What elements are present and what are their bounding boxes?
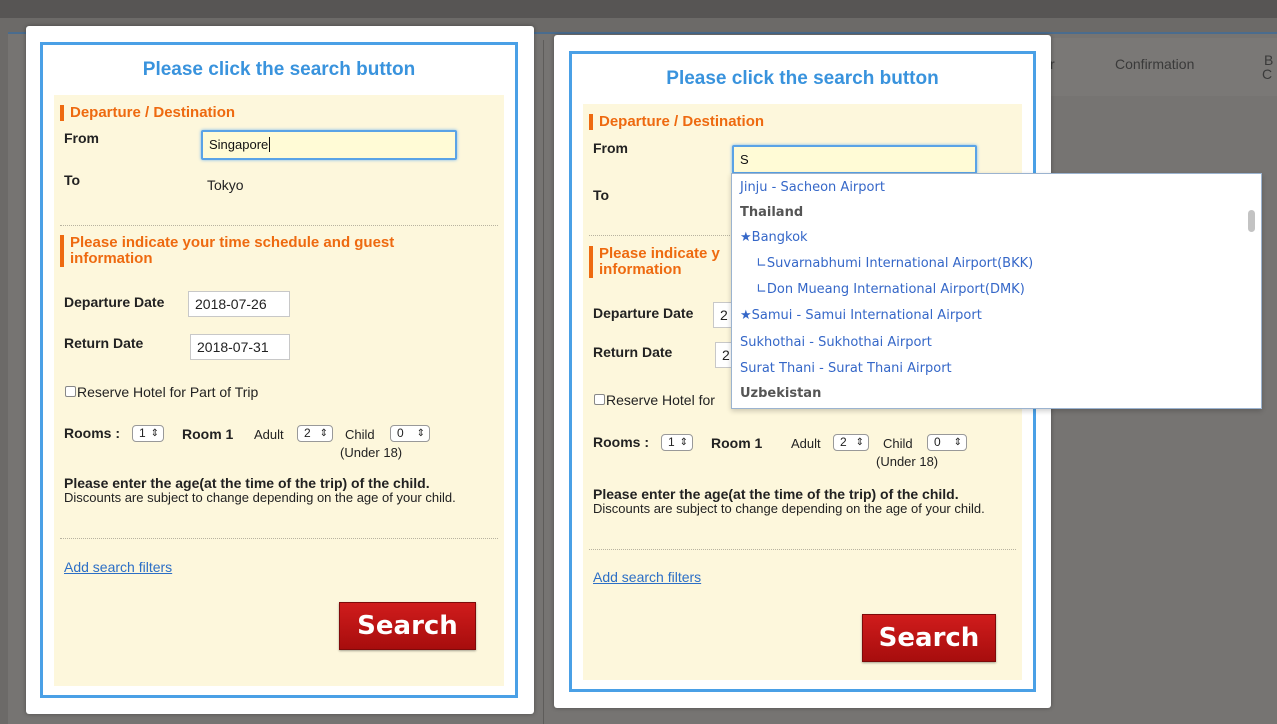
suggestion-samui[interactable]: ★Samui - Samui International Airport <box>740 308 982 324</box>
return-date-label: Return Date <box>593 344 673 360</box>
stepper-arrows-icon: ⇕ <box>679 437 688 448</box>
reserve-hotel-checkbox[interactable] <box>65 386 76 397</box>
section-divider <box>60 225 498 226</box>
airport-suggestions-dropdown[interactable]: Jinju - Sacheon Airport Thailand ★Bangko… <box>731 173 1262 409</box>
stepper-arrows-icon: ⇕ <box>150 428 159 439</box>
stepper-arrows-icon: ⇕ <box>953 437 962 448</box>
adult-select[interactable]: 2 ⇕ <box>833 434 869 451</box>
room1-label: Room 1 <box>711 435 763 451</box>
bg-nav-step-c: C <box>1262 66 1273 82</box>
background-divider <box>543 40 544 724</box>
child-label: Child <box>883 436 913 451</box>
add-search-filters-link[interactable]: Add search filters <box>64 559 172 575</box>
child-age-heading: Please enter the age(at the time of the … <box>64 475 430 491</box>
rooms-label: Rooms : <box>64 425 120 441</box>
from-input[interactable]: Singapore <box>201 130 457 160</box>
suggestion-bangkok[interactable]: ★Bangkok <box>740 230 808 246</box>
child-age-heading: Please enter the age(at the time of the … <box>593 486 959 502</box>
reserve-hotel-label: Reserve Hotel for <box>606 392 715 408</box>
rooms-select[interactable]: 1 ⇕ <box>661 434 693 451</box>
to-label: To <box>593 187 610 203</box>
adult-label: Adult <box>791 436 821 451</box>
to-label: To <box>64 172 81 188</box>
section-heading-schedule: Please indicate your time schedule and g… <box>60 235 480 267</box>
section-divider <box>589 549 1016 550</box>
child-select[interactable]: 0 ⇕ <box>927 434 967 451</box>
from-label: From <box>593 140 628 156</box>
background-header <box>0 0 1277 18</box>
room1-label: Room 1 <box>182 426 234 442</box>
return-date-input[interactable]: 2018-07-31 <box>190 334 290 360</box>
from-label: From <box>64 130 99 146</box>
section-heading-destination: Departure / Destination <box>589 114 764 130</box>
dialog-title: Please click the search button <box>666 68 939 89</box>
stepper-arrows-icon: ⇕ <box>319 428 328 439</box>
search-form: Departure / Destination From Singapore T… <box>54 95 504 686</box>
child-age-note: Discounts are subject to change dependin… <box>593 501 985 516</box>
under-18-note: (Under 18) <box>340 445 403 460</box>
search-button[interactable]: Search <box>339 602 476 650</box>
suggestion-suvarnabhumi[interactable]: ∟Suvarnabhumi International Airport(BKK) <box>756 256 1033 272</box>
section-divider <box>60 538 498 539</box>
dropdown-scrollbar[interactable] <box>1248 210 1255 232</box>
section-heading-schedule: Please indicate y information <box>589 246 720 278</box>
search-button[interactable]: Search <box>862 614 996 662</box>
adult-select[interactable]: 2 ⇕ <box>297 425 333 442</box>
suggestion-surat-thani[interactable]: Surat Thani - Surat Thani Airport <box>740 361 952 377</box>
from-input[interactable]: S <box>732 145 977 174</box>
child-age-note: Discounts are subject to change dependin… <box>64 490 456 505</box>
departure-date-label: Departure Date <box>593 305 694 321</box>
departure-date-label: Departure Date <box>64 294 165 310</box>
reserve-hotel-label: Reserve Hotel for Part of Trip <box>77 384 259 400</box>
departure-date-input[interactable]: 2018-07-26 <box>188 291 290 317</box>
bg-nav-confirmation: Confirmation <box>1115 56 1195 72</box>
rooms-select[interactable]: 1 ⇕ <box>132 425 164 442</box>
search-dialog-left: Please click the search button Departure… <box>26 26 534 714</box>
child-label: Child <box>345 427 375 442</box>
suggestion-group-uzbekistan: Uzbekistan <box>740 386 822 401</box>
suggestion-sukhothai[interactable]: Sukhothai - Sukhothai Airport <box>740 335 932 351</box>
child-select[interactable]: 0 ⇕ <box>390 425 430 442</box>
add-search-filters-link[interactable]: Add search filters <box>593 569 701 585</box>
stepper-arrows-icon: ⇕ <box>855 437 864 448</box>
suggestion-jinju[interactable]: Jinju - Sacheon Airport <box>740 180 885 196</box>
dialog-title: Please click the search button <box>142 59 416 80</box>
return-date-label: Return Date <box>64 335 144 351</box>
suggestion-group-thailand: Thailand <box>740 205 804 220</box>
rooms-label: Rooms : <box>593 434 649 450</box>
reserve-hotel-checkbox[interactable] <box>594 394 605 405</box>
stepper-arrows-icon: ⇕ <box>416 428 425 439</box>
adult-label: Adult <box>254 427 284 442</box>
suggestion-don-mueang[interactable]: ∟Don Mueang International Airport(DMK) <box>756 282 1025 298</box>
to-value: Tokyo <box>207 177 244 193</box>
under-18-note: (Under 18) <box>876 454 939 469</box>
section-heading-destination: Departure / Destination <box>60 105 235 121</box>
